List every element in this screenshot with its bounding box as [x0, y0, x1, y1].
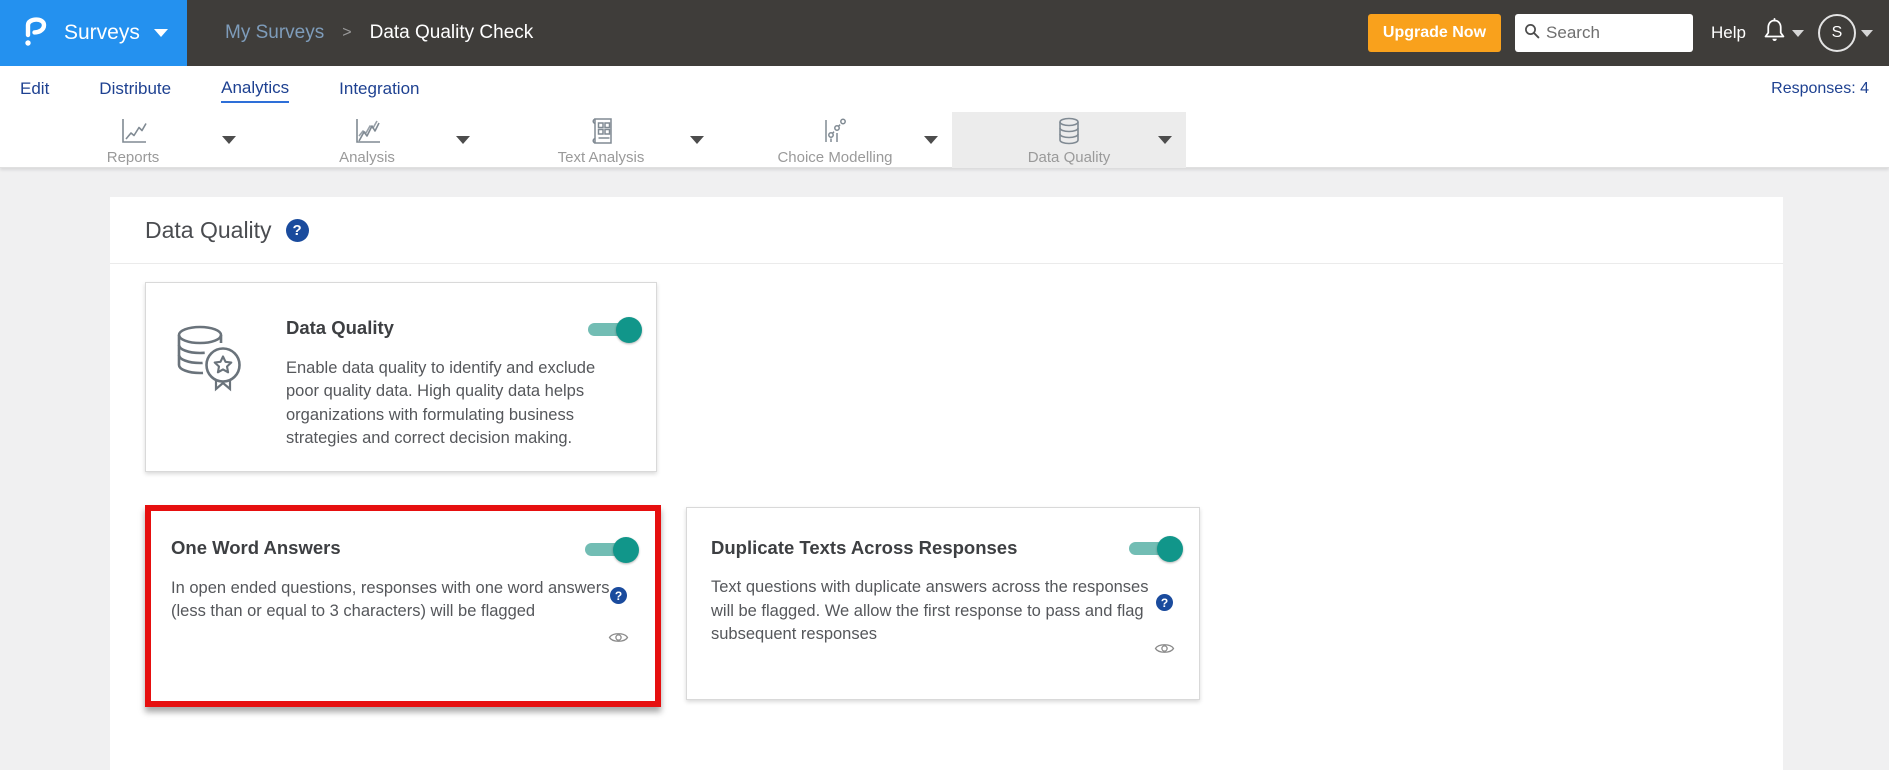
nav-item-analytics[interactable]: Analytics	[221, 75, 290, 103]
data-quality-panel: Data Quality ? Data Quality Enable data …	[110, 197, 1783, 770]
database-star-badge-icon	[170, 321, 256, 471]
card-one-word-answers: One Word Answers In open ended questions…	[145, 505, 661, 707]
tab-analysis[interactable]: Analysis	[250, 112, 484, 168]
card-description: Text questions with duplicate answers ac…	[711, 578, 1149, 644]
breadcrumb-my-surveys[interactable]: My Surveys	[225, 22, 324, 44]
page-title: Data Quality	[145, 217, 272, 243]
tab-text-analysis[interactable]: Text Analysis	[484, 112, 718, 168]
brand-surveys-menu[interactable]: Surveys	[0, 0, 187, 66]
card-title: One Word Answers	[171, 537, 341, 558]
nav-item-integration[interactable]: Integration	[339, 76, 419, 102]
one-word-answers-toggle[interactable]	[585, 537, 639, 563]
eye-icon[interactable]	[608, 631, 629, 649]
card-data-quality: Data Quality Enable data quality to iden…	[145, 282, 657, 472]
page-help-icon[interactable]: ?	[285, 219, 309, 242]
card-title: Duplicate Texts Across Responses	[711, 537, 1018, 558]
avatar: S	[1818, 14, 1856, 52]
eye-icon[interactable]	[1154, 642, 1175, 660]
nav-item-distribute[interactable]: Distribute	[99, 76, 171, 102]
survey-nav: Edit Distribute Analytics Integration Re…	[0, 66, 1889, 112]
duplicate-texts-toggle[interactable]	[1129, 536, 1183, 562]
tab-reports[interactable]: Reports	[16, 112, 250, 168]
responses-count[interactable]: Responses: 4	[1771, 80, 1869, 98]
help-link[interactable]: Help	[1711, 23, 1746, 43]
top-header: Surveys My Surveys > Data Quality Check …	[0, 0, 1889, 66]
brand-label: Surveys	[64, 21, 140, 44]
chevron-down-icon	[1792, 29, 1804, 37]
reports-dropdown-caret[interactable]	[222, 136, 236, 144]
analysis-dropdown-caret[interactable]	[456, 136, 470, 144]
breadcrumb-current: Data Quality Check	[369, 22, 534, 43]
card-description: In open ended questions, responses with …	[171, 579, 610, 621]
document-grid-icon	[585, 115, 617, 147]
chevron-down-icon	[153, 29, 168, 37]
choice-modelling-dropdown-caret[interactable]	[924, 136, 938, 144]
scatter-chart-icon	[819, 115, 851, 147]
card-title: Data Quality	[286, 317, 394, 338]
text-analysis-dropdown-caret[interactable]	[690, 136, 704, 144]
chevron-down-icon	[1861, 29, 1873, 37]
bell-icon	[1762, 17, 1787, 49]
nav-item-edit[interactable]: Edit	[20, 76, 49, 102]
data-quality-toggle[interactable]	[588, 317, 642, 343]
breadcrumb-separator: >	[342, 24, 352, 41]
database-icon	[1053, 115, 1085, 147]
card-description: Enable data quality to identify and excl…	[286, 359, 596, 448]
duplicate-texts-help-icon[interactable]: ?	[1156, 594, 1173, 611]
account-menu[interactable]: S	[1818, 14, 1873, 52]
title-divider	[110, 263, 1783, 264]
tab-data-quality[interactable]: Data Quality	[952, 112, 1186, 168]
questionpro-logo-icon	[22, 14, 48, 53]
card-duplicate-texts: Duplicate Texts Across Responses Text qu…	[686, 507, 1200, 700]
data-quality-dropdown-caret[interactable]	[1158, 136, 1172, 144]
notifications-control[interactable]	[1762, 17, 1804, 49]
analytics-toolbar: Reports Analysis Text Analysis Choice Mo…	[0, 112, 1889, 168]
multi-line-chart-icon	[351, 115, 383, 147]
header-actions: Upgrade Now Help S	[1367, 14, 1873, 52]
tab-choice-modelling[interactable]: Choice Modelling	[718, 112, 952, 168]
search-icon	[1524, 23, 1540, 44]
line-chart-icon	[117, 115, 149, 147]
search-box[interactable]	[1515, 14, 1694, 52]
breadcrumb: My Surveys > Data Quality Check	[225, 22, 533, 44]
upgrade-now-button[interactable]: Upgrade Now	[1367, 14, 1502, 52]
one-word-answers-help-icon[interactable]: ?	[610, 587, 627, 604]
search-input[interactable]	[1546, 23, 1685, 43]
